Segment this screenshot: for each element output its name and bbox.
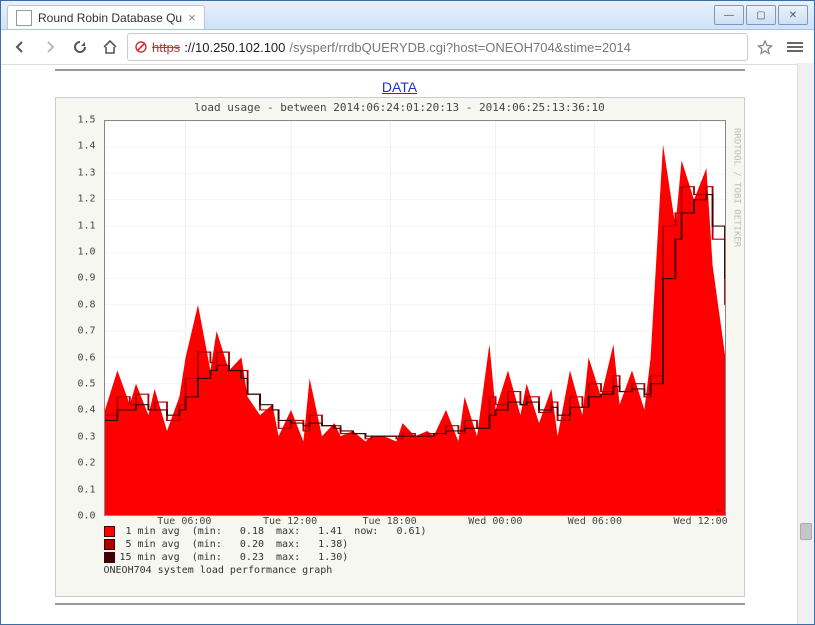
browser-window: Round Robin Database Qu × — ▢ ✕ https :/… — [0, 0, 815, 625]
y-tick-label: 0.5 — [77, 378, 95, 389]
hr-bottom — [55, 603, 745, 605]
vertical-scrollbar[interactable] — [797, 63, 814, 624]
scrollbar-thumb[interactable] — [800, 523, 812, 540]
y-tick-label: 0.4 — [77, 405, 95, 416]
close-window-button[interactable]: ✕ — [778, 5, 808, 25]
legend-15min: 15 min avg (min: 0.23 max: 1.30) — [120, 552, 349, 563]
y-tick-label: 0.1 — [77, 484, 95, 495]
url-host: ://10.250.102.100 — [184, 40, 285, 55]
y-tick-label: 1.3 — [77, 167, 95, 178]
page-favicon-icon — [16, 10, 32, 26]
forward-button[interactable] — [37, 34, 63, 60]
rrdtool-watermark: RRDTOOL / TOBI OETIKER — [732, 128, 742, 247]
data-link[interactable]: DATA — [382, 79, 417, 95]
back-button[interactable] — [7, 34, 33, 60]
y-tick-label: 1.5 — [77, 115, 95, 126]
y-tick-label: 1.4 — [77, 141, 95, 152]
minimize-button[interactable]: — — [714, 5, 744, 25]
data-link-row: DATA — [55, 79, 745, 95]
legend-swatch-1min — [104, 526, 115, 537]
legend-footer: ONEOH704 system load performance graph — [104, 565, 333, 576]
maximize-button[interactable]: ▢ — [746, 5, 776, 25]
y-tick-label: 0.6 — [77, 352, 95, 363]
browser-tab[interactable]: Round Robin Database Qu × — [7, 5, 205, 29]
y-tick-label: 0.2 — [77, 458, 95, 469]
y-tick-label: 1.1 — [77, 220, 95, 231]
tab-title: Round Robin Database Qu — [38, 11, 182, 25]
legend: 1 min avg (min: 0.18 max: 1.41 now: 0.61… — [104, 512, 726, 590]
hr-top — [55, 69, 745, 71]
plot-area — [104, 120, 726, 516]
y-tick-label: 0.8 — [77, 299, 95, 310]
y-axis-labels: 0.00.10.20.30.40.50.60.70.80.91.01.11.21… — [56, 120, 100, 516]
legend-swatch-15min — [104, 552, 115, 563]
rrd-graph: load usage - between 2014:06:24:01:20:13… — [55, 97, 745, 597]
window-controls: — ▢ ✕ — [712, 1, 814, 29]
bookmark-button[interactable] — [752, 34, 778, 60]
home-button[interactable] — [97, 34, 123, 60]
y-tick-label: 1.0 — [77, 246, 95, 257]
insecure-icon — [134, 40, 148, 54]
close-tab-icon[interactable]: × — [188, 10, 196, 25]
legend-1min: 1 min avg (min: 0.18 max: 1.41 now: 0.61… — [120, 526, 427, 537]
y-tick-label: 0.3 — [77, 431, 95, 442]
legend-5min: 5 min avg (min: 0.20 max: 1.38) — [120, 539, 349, 550]
y-tick-label: 0.0 — [77, 511, 95, 522]
page-content: DATA load usage - between 2014:06:24:01:… — [1, 63, 798, 624]
legend-swatch-5min — [104, 539, 115, 550]
menu-button[interactable] — [782, 34, 808, 60]
url-scheme: https — [152, 40, 180, 55]
address-bar[interactable]: https ://10.250.102.100 /sysperf/rrdbQUE… — [127, 33, 748, 61]
y-tick-label: 0.7 — [77, 326, 95, 337]
titlebar: Round Robin Database Qu × — ▢ ✕ — [1, 1, 814, 30]
graph-title: load usage - between 2014:06:24:01:20:13… — [56, 98, 744, 114]
browser-toolbar: https ://10.250.102.100 /sysperf/rrdbQUE… — [1, 30, 814, 65]
y-tick-label: 0.9 — [77, 273, 95, 284]
url-path: /sysperf/rrdbQUERYDB.cgi?host=ONEOH704&s… — [289, 40, 631, 55]
y-tick-label: 1.2 — [77, 194, 95, 205]
reload-button[interactable] — [67, 34, 93, 60]
